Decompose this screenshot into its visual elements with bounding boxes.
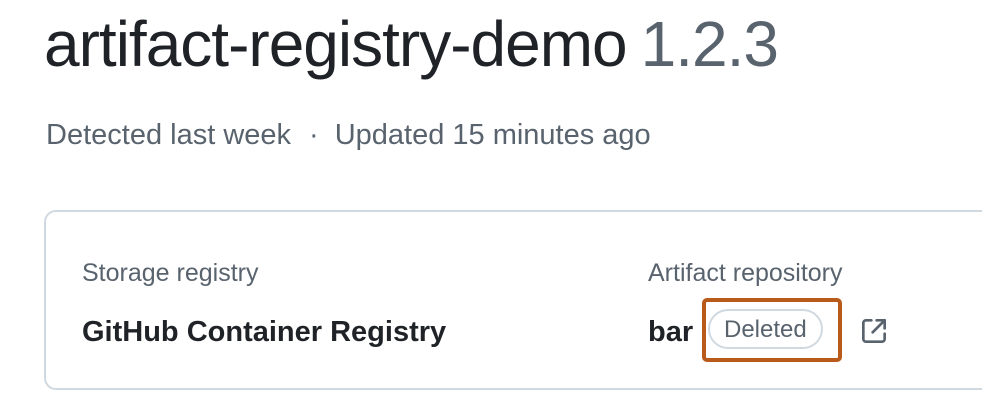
artifact-repository-label: Artifact repository — [648, 259, 843, 287]
status-badge: Deleted — [708, 309, 823, 349]
meta-info: Detected last week · Updated 15 minutes ag… — [46, 114, 651, 156]
registry-card: Storage registry GitHub Container Regist… — [44, 210, 982, 390]
storage-registry-value: GitHub Container Registry — [82, 316, 447, 348]
artifact-repository-value: bar — [648, 316, 694, 348]
page-title: artifact-registry-demo 1.2.3 — [44, 6, 779, 82]
storage-registry-label: Storage registry — [82, 259, 259, 287]
meta-separator: · — [309, 119, 319, 151]
updated-text: Updated 15 minutes ago — [334, 119, 651, 151]
detected-text: Detected last week — [46, 119, 292, 151]
external-link-icon[interactable] — [858, 315, 890, 347]
package-version: 1.2.3 — [640, 8, 779, 80]
package-name: artifact-registry-demo — [44, 8, 628, 80]
